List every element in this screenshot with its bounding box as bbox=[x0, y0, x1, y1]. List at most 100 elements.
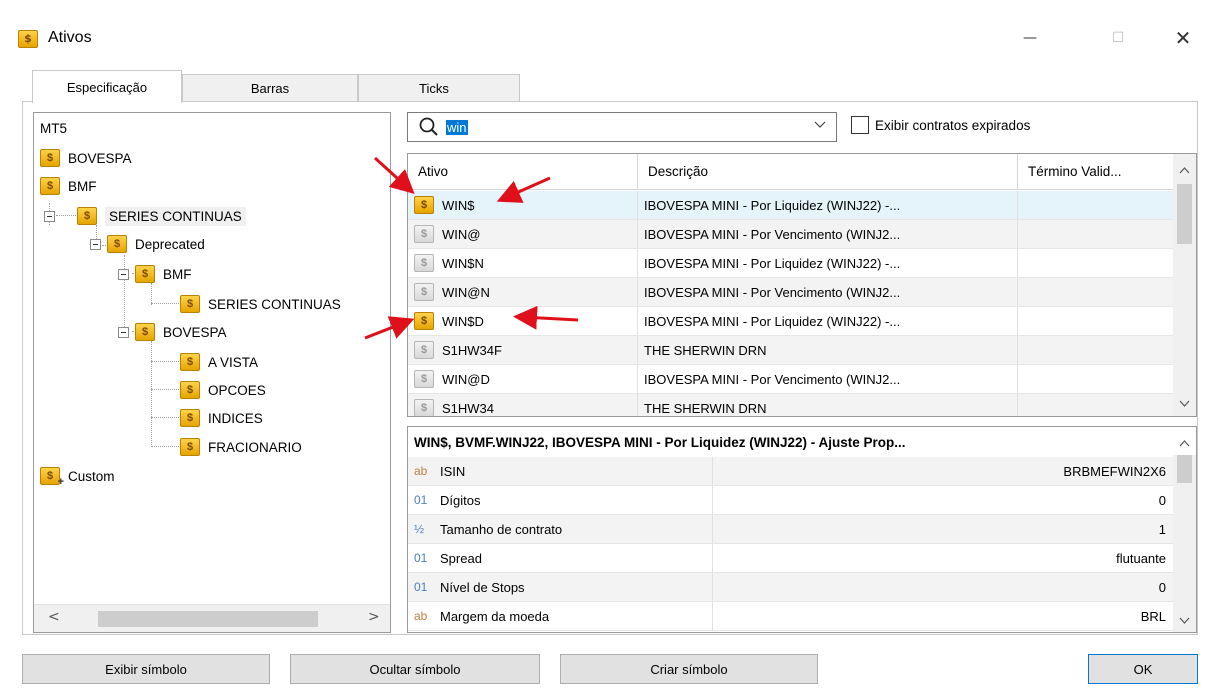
collapse-icon[interactable] bbox=[44, 210, 55, 222]
tree-item-fracionario[interactable]: FRACIONARIO bbox=[180, 436, 302, 458]
property-row[interactable]: ½ Tamanho de contrato 1 bbox=[408, 515, 1174, 544]
tree-label: BMF bbox=[163, 266, 192, 282]
property-row[interactable]: ab ISIN BRBMEFWIN2X6 bbox=[408, 457, 1174, 486]
tree-item-custom[interactable]: Custom bbox=[40, 465, 115, 488]
coin-icon bbox=[414, 341, 434, 359]
minimize-button[interactable]: — bbox=[1010, 22, 1050, 54]
hide-symbol-button[interactable]: Ocultar símbolo bbox=[290, 654, 540, 684]
property-value: flutuante bbox=[1116, 550, 1166, 566]
tree-item-bmf[interactable]: BMF bbox=[40, 175, 97, 197]
tree-horizontal-scrollbar[interactable]: < > bbox=[34, 604, 390, 632]
property-name: Tamanho de contrato bbox=[440, 521, 563, 537]
integer-type-icon: 01 bbox=[414, 551, 428, 565]
scroll-thumb[interactable] bbox=[1177, 184, 1192, 244]
coin-icon bbox=[414, 312, 434, 330]
tree-item-mt5[interactable]: MT5 bbox=[40, 117, 67, 139]
collapse-icon[interactable] bbox=[90, 238, 101, 250]
tree-label: Custom bbox=[68, 468, 115, 484]
descricao-cell: IBOVESPA MINI - Por Vencimento (WINJ2... bbox=[638, 220, 1018, 248]
tree-label: BOVESPA bbox=[68, 150, 132, 166]
coin-icon bbox=[414, 283, 434, 301]
text-type-icon: ab bbox=[414, 609, 428, 623]
column-header-ativo[interactable]: Ativo bbox=[408, 154, 638, 189]
table-row[interactable]: WIN$ IBOVESPA MINI - Por Liquidez (WINJ2… bbox=[408, 191, 1174, 220]
checkbox-box[interactable] bbox=[851, 116, 869, 134]
descricao-cell: THE SHERWIN DRN bbox=[638, 394, 1018, 416]
symbols-table[interactable]: Ativo Descrição Término Valid... WIN$ IB… bbox=[407, 153, 1197, 417]
table-row[interactable]: WIN@N IBOVESPA MINI - Por Vencimento (WI… bbox=[408, 278, 1174, 307]
close-button[interactable]: ✕ bbox=[1163, 22, 1203, 54]
table-row[interactable]: S1HW34F THE SHERWIN DRN bbox=[408, 336, 1174, 365]
tree-connector bbox=[151, 417, 181, 418]
app-coin-icon bbox=[18, 30, 38, 48]
coin-icon bbox=[414, 196, 434, 214]
custom-folder-icon bbox=[40, 467, 64, 488]
coin-folder-icon bbox=[180, 438, 200, 456]
scroll-left-icon[interactable]: < bbox=[48, 609, 60, 625]
tree-item-bovespa[interactable]: BOVESPA bbox=[40, 147, 132, 169]
descricao-cell: IBOVESPA MINI - Por Liquidez (WINJ22) -.… bbox=[638, 191, 1018, 219]
scroll-right-icon[interactable]: > bbox=[368, 609, 380, 625]
scroll-up-icon[interactable] bbox=[1179, 164, 1190, 177]
chevron-down-icon[interactable] bbox=[814, 119, 826, 132]
symbols-vertical-scrollbar[interactable] bbox=[1173, 154, 1196, 416]
scroll-thumb[interactable] bbox=[98, 611, 318, 627]
table-row[interactable]: WIN@D IBOVESPA MINI - Por Vencimento (WI… bbox=[408, 365, 1174, 394]
tree-item-a-vista[interactable]: A VISTA bbox=[180, 351, 258, 373]
tree-item-deprecated-bmf[interactable]: BMF bbox=[118, 263, 192, 285]
tree-label: A VISTA bbox=[208, 354, 259, 370]
symbol-tree[interactable]: MT5 BOVESPA BMF SERIES CONTINUAS Depreca… bbox=[33, 112, 391, 633]
tree-item-indices[interactable]: INDICES bbox=[180, 407, 263, 429]
properties-table[interactable]: WIN$, BVMF.WINJ22, IBOVESPA MINI - Por L… bbox=[407, 426, 1197, 633]
table-row[interactable]: WIN@ IBOVESPA MINI - Por Vencimento (WIN… bbox=[408, 220, 1174, 249]
table-row[interactable]: WIN$N IBOVESPA MINI - Por Liquidez (WINJ… bbox=[408, 249, 1174, 278]
tree-item-opcoes[interactable]: OPCOES bbox=[180, 379, 266, 401]
table-row[interactable]: WIN$D IBOVESPA MINI - Por Liquidez (WINJ… bbox=[408, 307, 1174, 336]
tree-label: Deprecated bbox=[135, 236, 205, 252]
tree-item-deprecated[interactable]: Deprecated bbox=[90, 233, 205, 255]
tree-label: INDICES bbox=[208, 410, 263, 426]
create-symbol-button[interactable]: Criar símbolo bbox=[560, 654, 818, 684]
show-expired-checkbox[interactable]: Exibir contratos expirados bbox=[851, 116, 1030, 134]
tree-label: MT5 bbox=[40, 120, 67, 136]
scroll-thumb[interactable] bbox=[1177, 455, 1192, 483]
collapse-icon[interactable] bbox=[118, 268, 129, 280]
text-type-icon: ab bbox=[414, 464, 428, 478]
table-row[interactable]: S1HW34 THE SHERWIN DRN bbox=[408, 394, 1174, 416]
collapse-icon[interactable] bbox=[118, 326, 129, 338]
maximize-button[interactable]: ☐ bbox=[1098, 22, 1138, 54]
show-symbol-button[interactable]: Exibir símbolo bbox=[22, 654, 270, 684]
column-header-descricao[interactable]: Descrição bbox=[638, 154, 1018, 189]
scroll-down-icon[interactable] bbox=[1179, 397, 1190, 410]
ativo-cell: WIN$ bbox=[442, 197, 475, 213]
property-name: Nível de Stops bbox=[440, 579, 525, 595]
window-title: Ativos bbox=[48, 29, 92, 46]
ativo-cell: WIN@D bbox=[442, 371, 490, 387]
tree-connector bbox=[151, 389, 181, 390]
scroll-down-icon[interactable] bbox=[1179, 614, 1190, 627]
property-row[interactable]: 01 Spread flutuante bbox=[408, 544, 1174, 573]
tab-especificacao[interactable]: Especificação bbox=[32, 70, 182, 103]
descricao-cell: IBOVESPA MINI - Por Liquidez (WINJ22) -.… bbox=[638, 307, 1018, 335]
property-value: 1 bbox=[1158, 521, 1166, 537]
tab-ticks[interactable]: Ticks bbox=[358, 74, 520, 102]
property-row[interactable]: 01 Nível de Stops 0 bbox=[408, 573, 1174, 602]
ok-button[interactable]: OK bbox=[1088, 654, 1198, 684]
tab-barras[interactable]: Barras bbox=[182, 74, 358, 102]
tree-connector bbox=[151, 446, 181, 447]
tree-item-deprecated-bmf-series[interactable]: SERIES CONTINUAS bbox=[180, 293, 341, 315]
coin-folder-icon bbox=[40, 177, 60, 195]
integer-type-icon: 01 bbox=[414, 580, 428, 594]
tree-item-series-continuas[interactable]: SERIES CONTINUAS bbox=[44, 205, 246, 227]
column-header-termino[interactable]: Término Valid... bbox=[1018, 154, 1174, 189]
checkbox-label: Exibir contratos expirados bbox=[875, 117, 1031, 133]
property-row[interactable]: ab Margem da moeda BRL bbox=[408, 602, 1174, 631]
search-input[interactable]: win bbox=[407, 112, 837, 142]
tree-label: FRACIONARIO bbox=[208, 439, 302, 455]
tree-item-deprecated-bovespa[interactable]: BOVESPA bbox=[118, 321, 227, 343]
property-row[interactable]: 01 Dígitos 0 bbox=[408, 486, 1174, 515]
scroll-up-icon[interactable] bbox=[1179, 437, 1190, 450]
properties-vertical-scrollbar[interactable] bbox=[1173, 440, 1196, 632]
property-value: BRBMEFWIN2X6 bbox=[1063, 463, 1166, 479]
tree-label: BMF bbox=[68, 178, 97, 194]
